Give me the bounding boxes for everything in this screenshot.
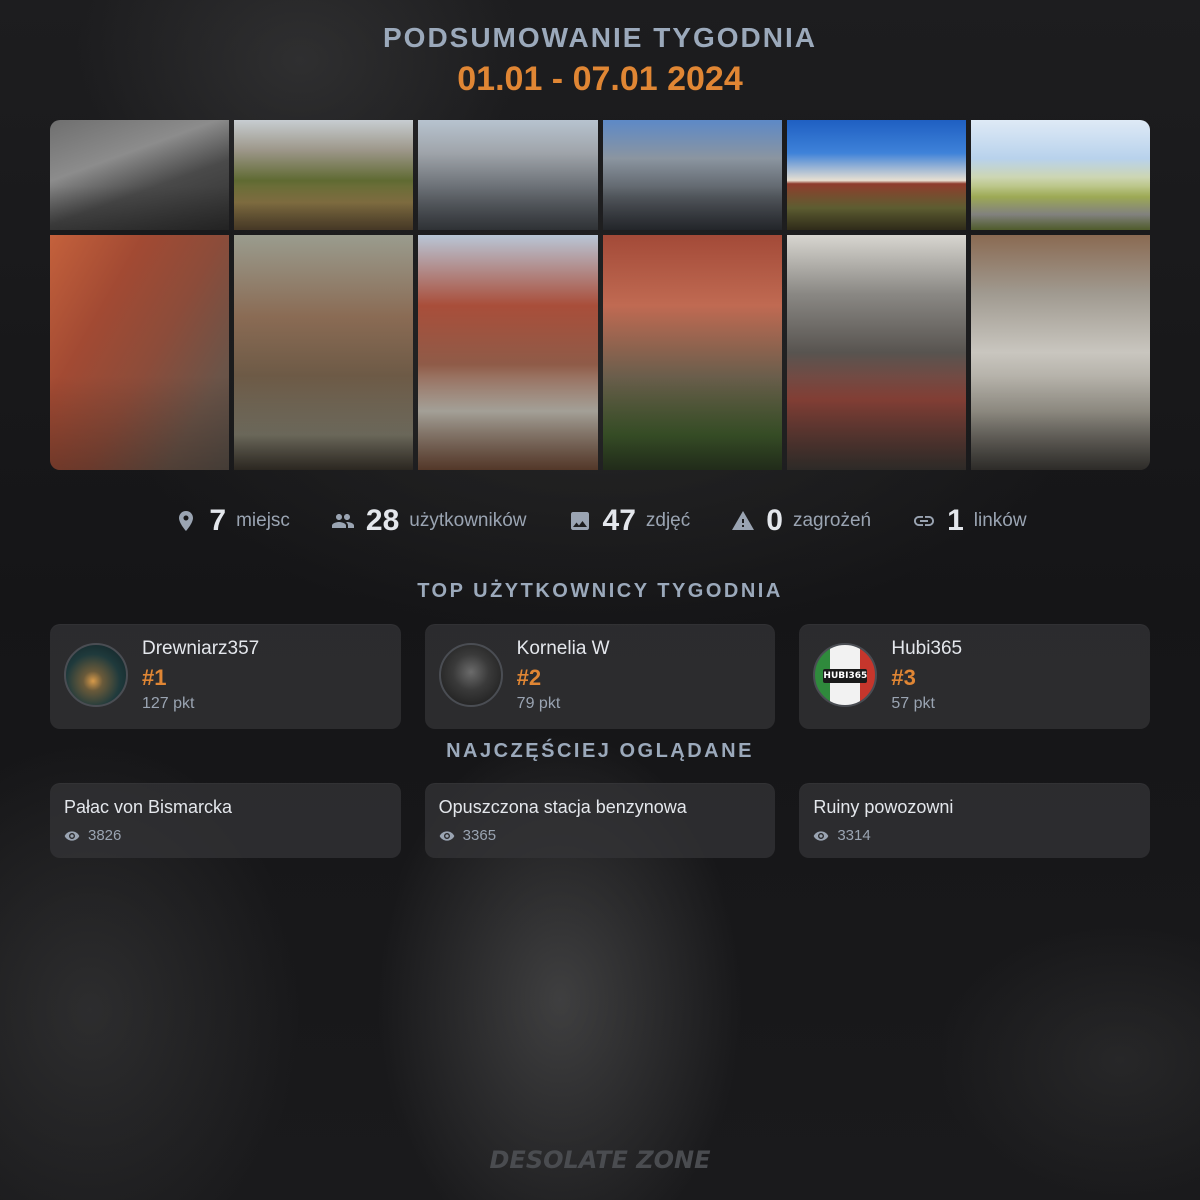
photo-brick-window-ruin[interactable] [418, 235, 598, 470]
stat-label: linków [973, 510, 1027, 531]
stat-places: 7 miejsc [173, 504, 290, 538]
user-points: 79 pkt [516, 695, 561, 712]
stat-value: 0 [766, 504, 783, 537]
user-card[interactable]: HUBI365 Hubi365 #3 57 pkt [799, 624, 1151, 729]
user-points: 127 pkt [142, 695, 195, 712]
user-name: Hubi365 [891, 638, 963, 659]
user-rank: #3 [891, 665, 916, 690]
avatar [64, 643, 128, 707]
photo-basement-window[interactable] [970, 235, 1150, 470]
place-name: Opuszczona stacja benzynowa [438, 797, 687, 817]
stat-photos: 47 zdjęć [567, 504, 691, 538]
place-views: 3365 [439, 827, 496, 844]
avatar-text: HUBI365 [823, 669, 868, 683]
eye-icon [64, 830, 80, 841]
user-card[interactable]: Kornelia W #2 79 pkt [424, 624, 776, 729]
stat-users: 28 użytkowników [330, 504, 527, 538]
photo-overgrown-field[interactable] [234, 120, 414, 230]
eye-icon [439, 830, 455, 841]
stat-label: użytkowników [409, 510, 527, 531]
stat-links: 1 linków [911, 504, 1027, 538]
stat-threats: 0 zagrożeń [730, 504, 871, 538]
top-users-title: TOP UŻYTKOWNICY TYGODNIA [417, 580, 783, 602]
stat-value: 7 [209, 504, 227, 537]
views-count: 3365 [462, 827, 497, 844]
photo-brick-corridor[interactable] [234, 235, 414, 470]
location-pin-icon [173, 508, 199, 534]
photo-gas-station-road[interactable] [970, 120, 1150, 230]
place-card[interactable]: Ruiny powozowni 3314 [799, 783, 1151, 858]
photo-brick-wall-trees[interactable] [50, 235, 230, 470]
photo-ruin-staircase[interactable] [50, 120, 230, 230]
user-name: Drewniarz357 [142, 638, 260, 659]
user-rank: #1 [142, 665, 167, 690]
page-title: PODSUMOWANIE TYGODNIA [382, 22, 817, 53]
header: PODSUMOWANIE TYGODNIA 01.01 - 07.01 2024 [0, 20, 1200, 100]
avatar: HUBI365 [813, 643, 878, 707]
place-card[interactable]: Opuszczona stacja benzynowa 3365 [424, 783, 776, 858]
image-icon [567, 508, 593, 534]
place-name: Ruiny powozowni [813, 797, 954, 817]
user-name: Kornelia W [516, 638, 610, 659]
photo-manor-blue-sky[interactable] [786, 120, 966, 230]
photo-brick-doorway-tree[interactable] [602, 235, 782, 470]
most-viewed-list: Pałac von Bismarcka 3826 Opuszczona stac… [50, 783, 1151, 858]
link-icon [911, 508, 937, 534]
eye-icon [814, 830, 829, 841]
photo-grid [50, 120, 1150, 470]
views-count: 3314 [837, 827, 871, 844]
photo-manor-facade-2[interactable] [602, 120, 782, 230]
date-range: 01.01 - 07.01 2024 [457, 60, 743, 98]
top-users-list: Drewniarz357 #1 127 pkt Kornelia W #2 79… [50, 624, 1151, 729]
warning-icon [730, 508, 756, 534]
stat-label: zdjęć [645, 510, 691, 531]
stat-label: zagrożeń [792, 510, 872, 531]
views-count: 3826 [88, 827, 122, 844]
user-card[interactable]: Drewniarz357 #1 127 pkt [50, 624, 401, 729]
place-views: 3826 [64, 827, 121, 844]
users-icon [330, 508, 356, 534]
stat-value: 28 [365, 504, 400, 537]
stats-bar: 7 miejsc 28 użytkowników 47 zdjęć 0 zagr… [0, 500, 1200, 542]
photo-boiler-room[interactable] [786, 235, 966, 470]
stat-value: 1 [947, 504, 964, 537]
user-points: 57 pkt [891, 695, 935, 712]
stat-label: miejsc [236, 510, 290, 531]
place-card[interactable]: Pałac von Bismarcka 3826 [50, 783, 401, 858]
place-name: Pałac von Bismarcka [64, 797, 233, 817]
stat-value: 47 [602, 504, 636, 537]
most-viewed-title: NAJCZĘŚCIEJ OGLĄDANE [446, 740, 754, 762]
photo-manor-facade-1[interactable] [418, 120, 598, 230]
brand-logo: DESOLATE ZONE [489, 1146, 711, 1174]
place-views: 3314 [813, 827, 871, 844]
avatar [438, 643, 503, 707]
user-rank: #2 [516, 665, 542, 690]
